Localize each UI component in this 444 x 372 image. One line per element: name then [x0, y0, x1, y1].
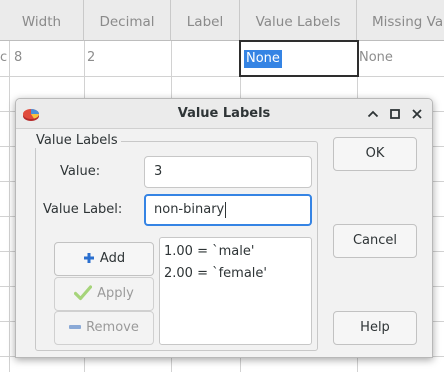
column-header-label: Label — [186, 14, 224, 30]
value-label-input-text: non-binary — [154, 202, 225, 217]
grid-line — [0, 76, 444, 77]
text-caret — [225, 201, 227, 218]
cell-decimal[interactable]: 2 — [87, 41, 167, 76]
column-header-value-labels[interactable]: Value Labels — [240, 0, 357, 41]
remove-button[interactable]: Remove — [54, 311, 154, 345]
cell-type[interactable]: c — [0, 41, 9, 76]
column-header-width[interactable]: Width — [0, 0, 84, 41]
minus-icon — [69, 324, 82, 329]
apply-button-label: Apply — [97, 286, 134, 301]
value-labels-list[interactable]: 1.00 = `male' 2.00 = `female' — [159, 237, 312, 345]
help-button[interactable]: Help — [333, 311, 417, 345]
column-header-missing[interactable]: Missing Va — [357, 0, 444, 41]
add-button-label: Add — [99, 251, 126, 266]
value-label-input[interactable]: non-binary — [144, 194, 312, 226]
list-item[interactable]: 1.00 = `male' — [164, 241, 307, 263]
column-header-label[interactable]: Label — [171, 0, 240, 41]
cell-value-labels-text: None — [244, 50, 282, 68]
value-labels-dialog: Value Labels Value Labels Value: 3 Value… — [15, 98, 433, 358]
group-title: Value Labels — [33, 133, 121, 148]
grid-line — [9, 41, 10, 372]
column-header-label: Width — [21, 14, 62, 30]
cancel-button[interactable]: Cancel — [333, 224, 417, 258]
column-header-decimal[interactable]: Decimal — [84, 0, 171, 41]
checkmark-icon — [74, 284, 93, 300]
list-item[interactable]: 2.00 = `female' — [164, 263, 307, 285]
cell-width[interactable]: 8 — [14, 41, 79, 76]
column-header-label: Missing Va — [372, 14, 444, 30]
ok-button[interactable]: OK — [333, 137, 417, 171]
value-label-field-label: Value Label: — [43, 202, 123, 217]
column-header-label: Value Labels — [255, 14, 341, 30]
value-field-label: Value: — [60, 164, 101, 179]
add-button[interactable]: Add — [54, 242, 154, 276]
column-header-label: Decimal — [99, 14, 155, 30]
value-input[interactable]: 3 — [144, 156, 312, 188]
dialog-titlebar[interactable]: Value Labels — [16, 99, 432, 129]
maximize-icon[interactable] — [387, 106, 403, 122]
cell-label[interactable] — [174, 41, 236, 76]
chevron-up-icon[interactable] — [365, 106, 381, 122]
plus-icon — [83, 252, 94, 263]
cell-missing[interactable]: None — [359, 41, 444, 76]
close-icon[interactable] — [409, 106, 425, 122]
remove-button-label: Remove — [86, 320, 139, 335]
apply-button[interactable]: Apply — [54, 277, 154, 311]
